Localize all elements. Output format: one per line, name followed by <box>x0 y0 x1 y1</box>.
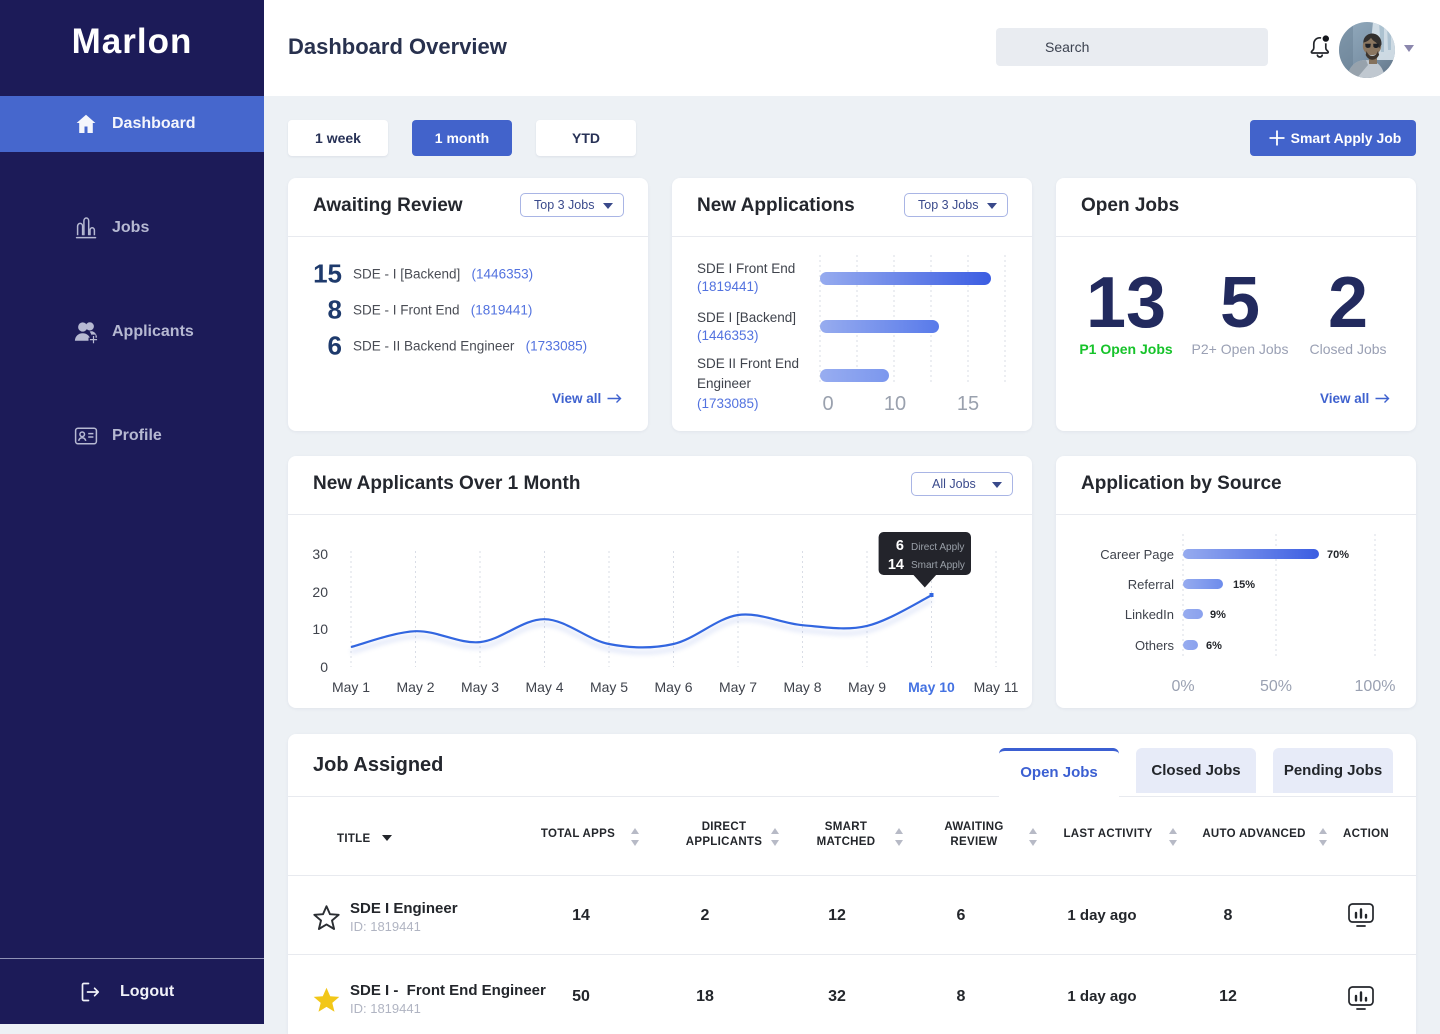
svg-text:70%: 70% <box>1327 549 1349 561</box>
svg-text:May 6: May 6 <box>654 679 692 695</box>
svg-text:LinkedIn: LinkedIn <box>1125 607 1174 622</box>
svg-text:9%: 9% <box>1210 609 1226 621</box>
svg-text:SDE I [Backend]: SDE I [Backend] <box>697 310 796 325</box>
svg-text:SDE I Front End: SDE I Front End <box>697 261 795 276</box>
svg-text:SDE II Front End: SDE II Front End <box>697 356 799 371</box>
svg-text:(1446353): (1446353) <box>697 328 759 343</box>
svg-text:Referral: Referral <box>1128 577 1174 592</box>
svg-text:May 7: May 7 <box>719 679 757 695</box>
svg-text:0: 0 <box>320 659 328 675</box>
svg-text:14: 14 <box>888 557 904 573</box>
svg-text:May 8: May 8 <box>783 679 821 695</box>
svg-text:100%: 100% <box>1355 678 1396 695</box>
svg-text:0: 0 <box>822 393 833 415</box>
svg-text:Smart Apply: Smart Apply <box>911 560 965 571</box>
svg-text:50%: 50% <box>1260 678 1292 695</box>
svg-text:20: 20 <box>312 584 328 600</box>
svg-text:0%: 0% <box>1171 678 1194 695</box>
svg-text:6: 6 <box>896 538 904 554</box>
svg-text:May 5: May 5 <box>590 679 628 695</box>
svg-text:10: 10 <box>884 393 906 415</box>
svg-text:6%: 6% <box>1206 640 1222 652</box>
svg-text:May 9: May 9 <box>848 679 886 695</box>
svg-text:30: 30 <box>312 546 328 562</box>
svg-text:May 11: May 11 <box>974 679 1019 695</box>
svg-text:Career Page: Career Page <box>1100 547 1174 562</box>
svg-text:Direct Apply: Direct Apply <box>911 542 964 553</box>
svg-text:May 4: May 4 <box>525 679 563 695</box>
svg-text:Engineer: Engineer <box>697 376 752 391</box>
svg-text:May 3: May 3 <box>461 679 499 695</box>
svg-text:May 1: May 1 <box>332 679 370 695</box>
svg-text:10: 10 <box>312 621 328 637</box>
svg-text:(1733085): (1733085) <box>697 396 759 411</box>
svg-text:15: 15 <box>957 393 979 415</box>
svg-text:Others: Others <box>1135 638 1175 653</box>
svg-text:May 10: May 10 <box>908 679 955 695</box>
svg-text:15%: 15% <box>1233 579 1255 591</box>
svg-text:May 2: May 2 <box>396 679 434 695</box>
svg-text:(1819441): (1819441) <box>697 279 759 294</box>
